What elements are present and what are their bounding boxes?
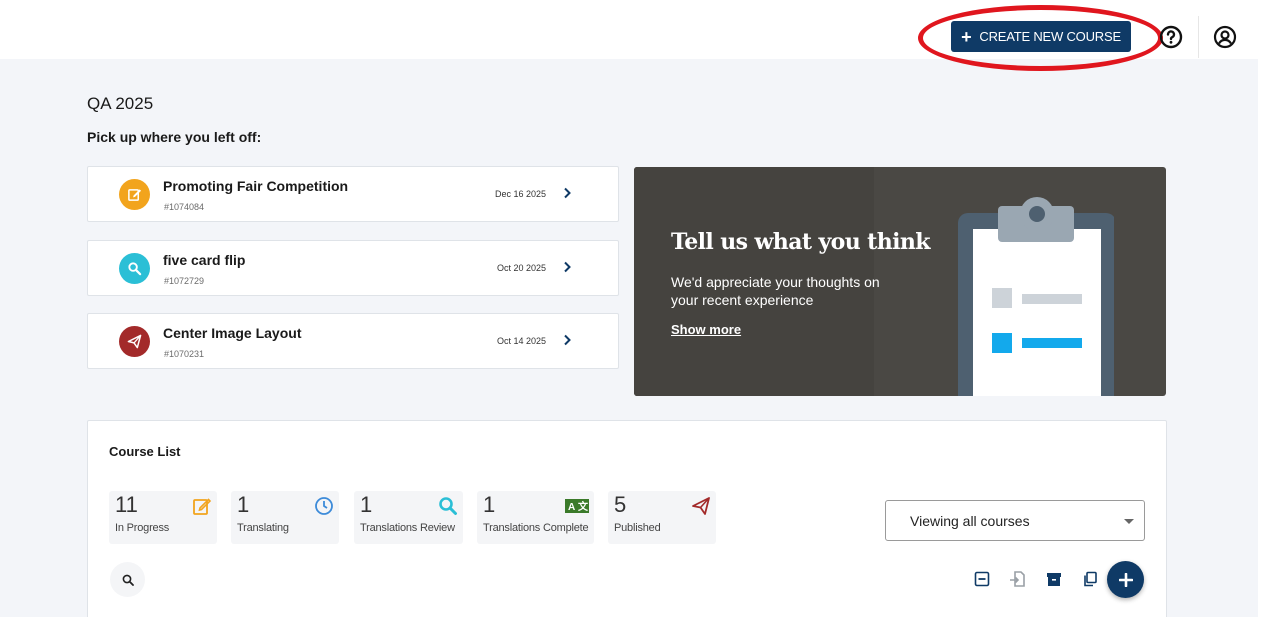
stat-label: Translations Complete — [483, 522, 589, 534]
stat-label: Published — [614, 522, 661, 534]
recent-course-id: #1074084 — [164, 202, 205, 212]
view-filter-value: Viewing all courses — [910, 513, 1030, 529]
archive-icon[interactable] — [1044, 569, 1064, 589]
chevron-right-icon[interactable] — [560, 185, 574, 201]
recent-course-name: Promoting Fair Competition — [163, 178, 349, 194]
stat-count: 1 — [237, 492, 250, 517]
svg-text:A: A — [568, 502, 575, 513]
course-list-title: Course List — [109, 444, 181, 459]
recent-course-card[interactable]: five card flip #1072729 Oct 20 2025 — [87, 240, 619, 296]
plus-icon — [1118, 572, 1133, 587]
stat-label: Translations Review — [360, 522, 455, 534]
edit-icon — [119, 179, 150, 210]
stat-published[interactable]: 5 Published — [608, 491, 716, 544]
chevron-right-icon[interactable] — [560, 259, 574, 275]
stat-count: 1 — [483, 492, 496, 517]
create-new-course-label: CREATE NEW COURSE — [979, 29, 1121, 44]
stat-count: 1 — [360, 492, 373, 517]
clock-icon — [314, 496, 334, 516]
svg-text:文: 文 — [578, 500, 589, 513]
caret-down-icon — [1124, 519, 1134, 524]
recent-course-card[interactable]: Promoting Fair Competition #1074084 Dec … — [87, 166, 619, 222]
show-more-link[interactable]: Show more — [671, 322, 741, 337]
search-icon — [119, 253, 150, 284]
recent-course-id: #1070231 — [164, 349, 205, 359]
recent-course-name: Center Image Layout — [163, 325, 302, 341]
stat-count: 5 — [614, 492, 627, 517]
stat-label: In Progress — [115, 522, 170, 534]
recent-course-date: Oct 20 2025 — [496, 263, 546, 273]
course-list-panel: Course List 11 In Progress 1 Translating… — [87, 420, 1167, 617]
view-filter-select[interactable]: Viewing all courses — [885, 500, 1145, 541]
add-course-button[interactable] — [1107, 561, 1144, 598]
recent-course-date: Dec 16 2025 — [494, 189, 546, 199]
chevron-right-icon[interactable] — [560, 332, 574, 348]
plus-icon: + — [961, 26, 972, 47]
recent-course-card[interactable]: Center Image Layout #1070231 Oct 14 2025 — [87, 313, 619, 369]
stat-label: Translating — [237, 522, 289, 534]
import-icon[interactable] — [1008, 569, 1028, 589]
send-icon — [119, 326, 150, 357]
feedback-title: Tell us what you think — [671, 229, 931, 255]
user-account-icon[interactable] — [1212, 24, 1238, 50]
send-icon — [691, 496, 711, 516]
recent-course-name: five card flip — [163, 252, 246, 268]
stat-translations-complete[interactable]: 1 Translations Complete A文 — [477, 491, 594, 544]
create-new-course-button[interactable]: + CREATE NEW COURSE — [951, 21, 1131, 52]
feedback-banner: Tell us what you think We'd appreciate y… — [634, 167, 1166, 396]
translate-icon: A文 — [565, 496, 589, 516]
header-divider — [1198, 16, 1199, 58]
collapse-icon[interactable] — [972, 569, 992, 589]
stat-translations-review[interactable]: 1 Translations Review — [354, 491, 463, 544]
clipboard-icon — [958, 197, 1114, 396]
feedback-subtitle: We'd appreciate your thoughts on your re… — [671, 274, 880, 308]
edit-icon — [192, 496, 212, 516]
recent-course-date: Oct 14 2025 — [496, 336, 546, 346]
page-title: QA 2025 — [87, 94, 154, 113]
stat-translating[interactable]: 1 Translating — [231, 491, 339, 544]
search-icon — [438, 496, 458, 516]
search-button[interactable] — [110, 562, 145, 597]
stat-in-progress[interactable]: 11 In Progress — [109, 491, 217, 544]
copy-icon[interactable] — [1080, 569, 1100, 589]
stat-count: 11 — [115, 492, 138, 517]
pickup-heading: Pick up where you left off: — [87, 129, 262, 145]
recent-course-id: #1072729 — [164, 276, 205, 286]
search-icon — [122, 574, 134, 586]
help-circle-icon[interactable] — [1158, 24, 1184, 50]
